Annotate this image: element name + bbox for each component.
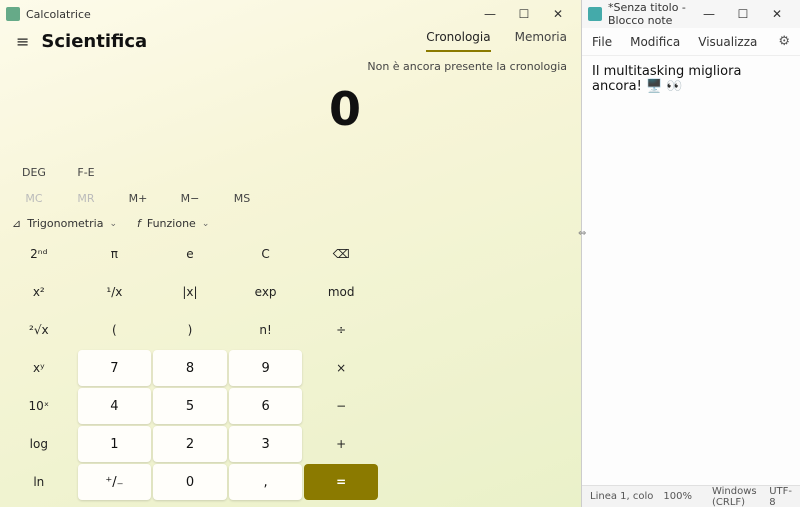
memory-row: MC MR M+ M− MS bbox=[0, 185, 581, 211]
notepad-textarea[interactable]: Il multitasking migliora ancora! 🖥️ 👀 bbox=[582, 56, 800, 485]
key-|x|[interactable]: |x| bbox=[153, 274, 227, 310]
close-button[interactable]: ✕ bbox=[760, 1, 794, 27]
maximize-button[interactable]: ☐ bbox=[726, 1, 760, 27]
key-1[interactable]: 1 bbox=[78, 426, 152, 462]
notepad-statusbar: Linea 1, colo 100% Windows (CRLF) UTF-8 bbox=[582, 485, 800, 507]
minimize-button[interactable]: — bbox=[473, 1, 507, 27]
history-empty-text: Non è ancora presente la cronologia bbox=[367, 60, 567, 73]
trig-label: Trigonometria bbox=[27, 217, 103, 230]
key-+[interactable]: + bbox=[304, 426, 378, 462]
chevron-down-icon: ⌄ bbox=[202, 219, 210, 229]
trig-dropdown[interactable]: ⊿ Trigonometria ⌄ bbox=[12, 217, 117, 230]
key-e[interactable]: e bbox=[153, 236, 227, 272]
tab-memory[interactable]: Memoria bbox=[515, 30, 567, 52]
key-3[interactable]: 3 bbox=[229, 426, 303, 462]
window-splitter-handle[interactable]: ⇔ bbox=[578, 228, 586, 239]
keypad: 2ⁿᵈπeC⌫ x²¹/x|x|expmod ²√x()n!÷ xʸ789× 10ˣ45… bbox=[0, 234, 380, 502]
key-,[interactable]: , bbox=[229, 464, 303, 500]
mode-title: Scientifica bbox=[41, 31, 147, 52]
mr-button[interactable]: MR bbox=[60, 185, 112, 211]
key-⌫[interactable]: ⌫ bbox=[304, 236, 378, 272]
mplus-button[interactable]: M+ bbox=[112, 185, 164, 211]
tab-history[interactable]: Cronologia bbox=[426, 30, 490, 52]
key-−[interactable]: − bbox=[304, 388, 378, 424]
key-6[interactable]: 6 bbox=[229, 388, 303, 424]
key-=[interactable]: = bbox=[304, 464, 378, 500]
key-π[interactable]: π bbox=[78, 236, 152, 272]
notepad-title: *Senza titolo - Blocco note bbox=[608, 1, 692, 27]
notepad-app-icon bbox=[588, 7, 602, 21]
key-5[interactable]: 5 bbox=[153, 388, 227, 424]
calculator-window: Calcolatrice — ☐ ✕ ≡ Scientifica Cronolo… bbox=[0, 0, 582, 507]
key-exp[interactable]: exp bbox=[229, 274, 303, 310]
fe-button[interactable]: F-E bbox=[60, 159, 112, 185]
key-9[interactable]: 9 bbox=[229, 350, 303, 386]
close-button[interactable]: ✕ bbox=[541, 1, 575, 27]
calc-titlebar: Calcolatrice — ☐ ✕ bbox=[0, 0, 581, 28]
key-²√x[interactable]: ²√x bbox=[2, 312, 76, 348]
menu-view[interactable]: Visualizza bbox=[698, 35, 757, 49]
mc-button[interactable]: MC bbox=[8, 185, 60, 211]
key-)[interactable]: ) bbox=[153, 312, 227, 348]
key-log[interactable]: log bbox=[2, 426, 76, 462]
maximize-button[interactable]: ☐ bbox=[507, 1, 541, 27]
key-x²[interactable]: x² bbox=[2, 274, 76, 310]
key-0[interactable]: 0 bbox=[153, 464, 227, 500]
ms-button[interactable]: MS bbox=[216, 185, 268, 211]
mminus-button[interactable]: M− bbox=[164, 185, 216, 211]
minimize-button[interactable]: — bbox=[692, 1, 726, 27]
key-7[interactable]: 7 bbox=[78, 350, 152, 386]
function-dropdown[interactable]: f Funzione ⌄ bbox=[137, 217, 209, 230]
calc-app-icon bbox=[6, 7, 20, 21]
calc-display: 0 bbox=[0, 59, 581, 159]
key-⁺/₋[interactable]: ⁺/₋ bbox=[78, 464, 152, 500]
status-position: Linea 1, colo bbox=[590, 491, 653, 502]
hamburger-menu-icon[interactable]: ≡ bbox=[10, 30, 35, 53]
function-icon: f bbox=[137, 217, 141, 230]
calc-title: Calcolatrice bbox=[26, 8, 473, 21]
status-encoding: UTF-8 bbox=[769, 486, 792, 507]
angle-icon: ⊿ bbox=[12, 217, 21, 230]
key-¹/x[interactable]: ¹/x bbox=[78, 274, 152, 310]
status-eol: Windows (CRLF) bbox=[712, 486, 759, 507]
angle-row: DEG F-E bbox=[0, 159, 581, 185]
notepad-menubar: File Modifica Visualizza ⚙ bbox=[582, 28, 800, 56]
key-n![interactable]: n! bbox=[229, 312, 303, 348]
key-8[interactable]: 8 bbox=[153, 350, 227, 386]
key-c[interactable]: C bbox=[229, 236, 303, 272]
deg-button[interactable]: DEG bbox=[8, 159, 60, 185]
notepad-titlebar: *Senza titolo - Blocco note — ☐ ✕ bbox=[582, 0, 800, 28]
notepad-window: *Senza titolo - Blocco note — ☐ ✕ File M… bbox=[582, 0, 800, 507]
chevron-down-icon: ⌄ bbox=[109, 219, 117, 229]
display-value: 0 bbox=[329, 82, 361, 136]
key-×[interactable]: × bbox=[304, 350, 378, 386]
function-label: Funzione bbox=[147, 217, 196, 230]
status-zoom: 100% bbox=[663, 491, 692, 502]
key-2ⁿᵈ[interactable]: 2ⁿᵈ bbox=[2, 236, 76, 272]
key-ln[interactable]: ln bbox=[2, 464, 76, 500]
settings-gear-icon[interactable]: ⚙ bbox=[778, 34, 790, 49]
function-pill-row: ⊿ Trigonometria ⌄ f Funzione ⌄ bbox=[0, 211, 581, 234]
key-2[interactable]: 2 bbox=[153, 426, 227, 462]
key-mod[interactable]: mod bbox=[304, 274, 378, 310]
menu-edit[interactable]: Modifica bbox=[630, 35, 680, 49]
key-4[interactable]: 4 bbox=[78, 388, 152, 424]
menu-file[interactable]: File bbox=[592, 35, 612, 49]
key-([interactable]: ( bbox=[78, 312, 152, 348]
key-÷[interactable]: ÷ bbox=[304, 312, 378, 348]
side-tabs: Cronologia Memoria bbox=[426, 30, 567, 52]
key-10ˣ[interactable]: 10ˣ bbox=[2, 388, 76, 424]
key-xʸ[interactable]: xʸ bbox=[2, 350, 76, 386]
